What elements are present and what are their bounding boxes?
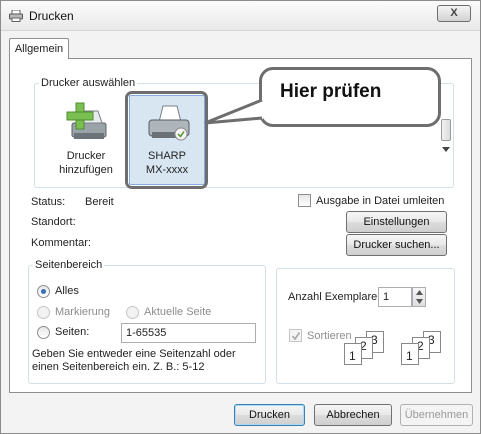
radio-all[interactable] xyxy=(37,285,50,298)
collate-digit-1b: 1 xyxy=(406,349,413,363)
page-range-hint: Geben Sie entweder eine Seitenzahl oder … xyxy=(32,348,236,374)
copies-input[interactable]: 1 xyxy=(378,287,412,307)
close-button[interactable]: X xyxy=(437,5,471,22)
spin-up-icon[interactable] xyxy=(416,290,423,295)
collate-checkbox[interactable] xyxy=(289,329,302,342)
window-title: Drucken xyxy=(29,9,74,23)
radio-current-page-label: Aktuelle Seite xyxy=(144,306,212,318)
close-icon: X xyxy=(450,7,458,19)
hint-line-2: einen Seitenbereich ein. Z. B.: 5-12 xyxy=(32,361,205,373)
check-icon xyxy=(291,332,301,341)
radio-all-label: Alles xyxy=(55,285,79,297)
pages-input[interactable]: 1-65535 xyxy=(121,323,256,343)
radio-pages[interactable] xyxy=(37,326,50,339)
tab-allgemein[interactable]: Allgemein xyxy=(9,38,69,59)
title-bar: Drucken X xyxy=(1,1,480,31)
printer-select-legend: Drucker auswählen xyxy=(41,77,136,89)
highlight-frame xyxy=(125,91,208,189)
printer-icon xyxy=(9,10,23,22)
status-value: Bereit xyxy=(85,196,114,208)
print-to-file-label: Ausgabe in Datei umleiten xyxy=(316,195,445,207)
copies-spinner[interactable] xyxy=(412,287,426,307)
status-label: Status: xyxy=(31,196,66,208)
collate-stack-2: 3 2 1 xyxy=(401,331,451,371)
radio-selection-label: Markierung xyxy=(55,306,111,318)
callout-pointer xyxy=(204,98,263,125)
find-printer-button[interactable]: Drucker suchen... xyxy=(346,234,447,256)
add-printer-line2: hinzufügen xyxy=(59,164,113,176)
add-printer-item[interactable]: Drucker hinzufügen xyxy=(53,101,119,183)
radio-current-page[interactable] xyxy=(126,306,139,319)
add-printer-icon xyxy=(66,102,107,139)
callout-text: Hier prüfen xyxy=(280,81,382,102)
page-range-legend: Seitenbereich xyxy=(35,259,103,271)
hint-line-1: Geben Sie entweder eine Seitenzahl oder xyxy=(32,348,236,360)
copies-label: Anzahl Exemplare: xyxy=(288,291,381,303)
add-printer-line1: Drucker xyxy=(66,150,106,162)
comment-label: Kommentar: xyxy=(31,237,91,249)
print-dialog-window: Drucken X Allgemein Drucker auswählen Dr… xyxy=(0,0,481,434)
collate-digit-1a: 1 xyxy=(349,349,356,363)
spin-down-icon[interactable] xyxy=(416,299,423,304)
print-to-file-checkbox[interactable] xyxy=(298,194,311,207)
settings-button[interactable]: Einstellungen xyxy=(346,211,447,233)
printer-list-scrollbar[interactable] xyxy=(439,109,453,157)
scrollbar-thumb[interactable] xyxy=(441,119,451,141)
apply-button[interactable]: Übernehmen xyxy=(400,404,473,426)
scroll-down-icon[interactable] xyxy=(442,147,450,153)
radio-selection[interactable] xyxy=(37,306,50,319)
radio-pages-label: Seiten: xyxy=(55,326,90,338)
cancel-button[interactable]: Abbrechen xyxy=(314,404,392,426)
print-button[interactable]: Drucken xyxy=(234,404,305,426)
collate-stack-1: 3 2 1 xyxy=(344,331,394,371)
location-label: Standort: xyxy=(31,216,76,228)
